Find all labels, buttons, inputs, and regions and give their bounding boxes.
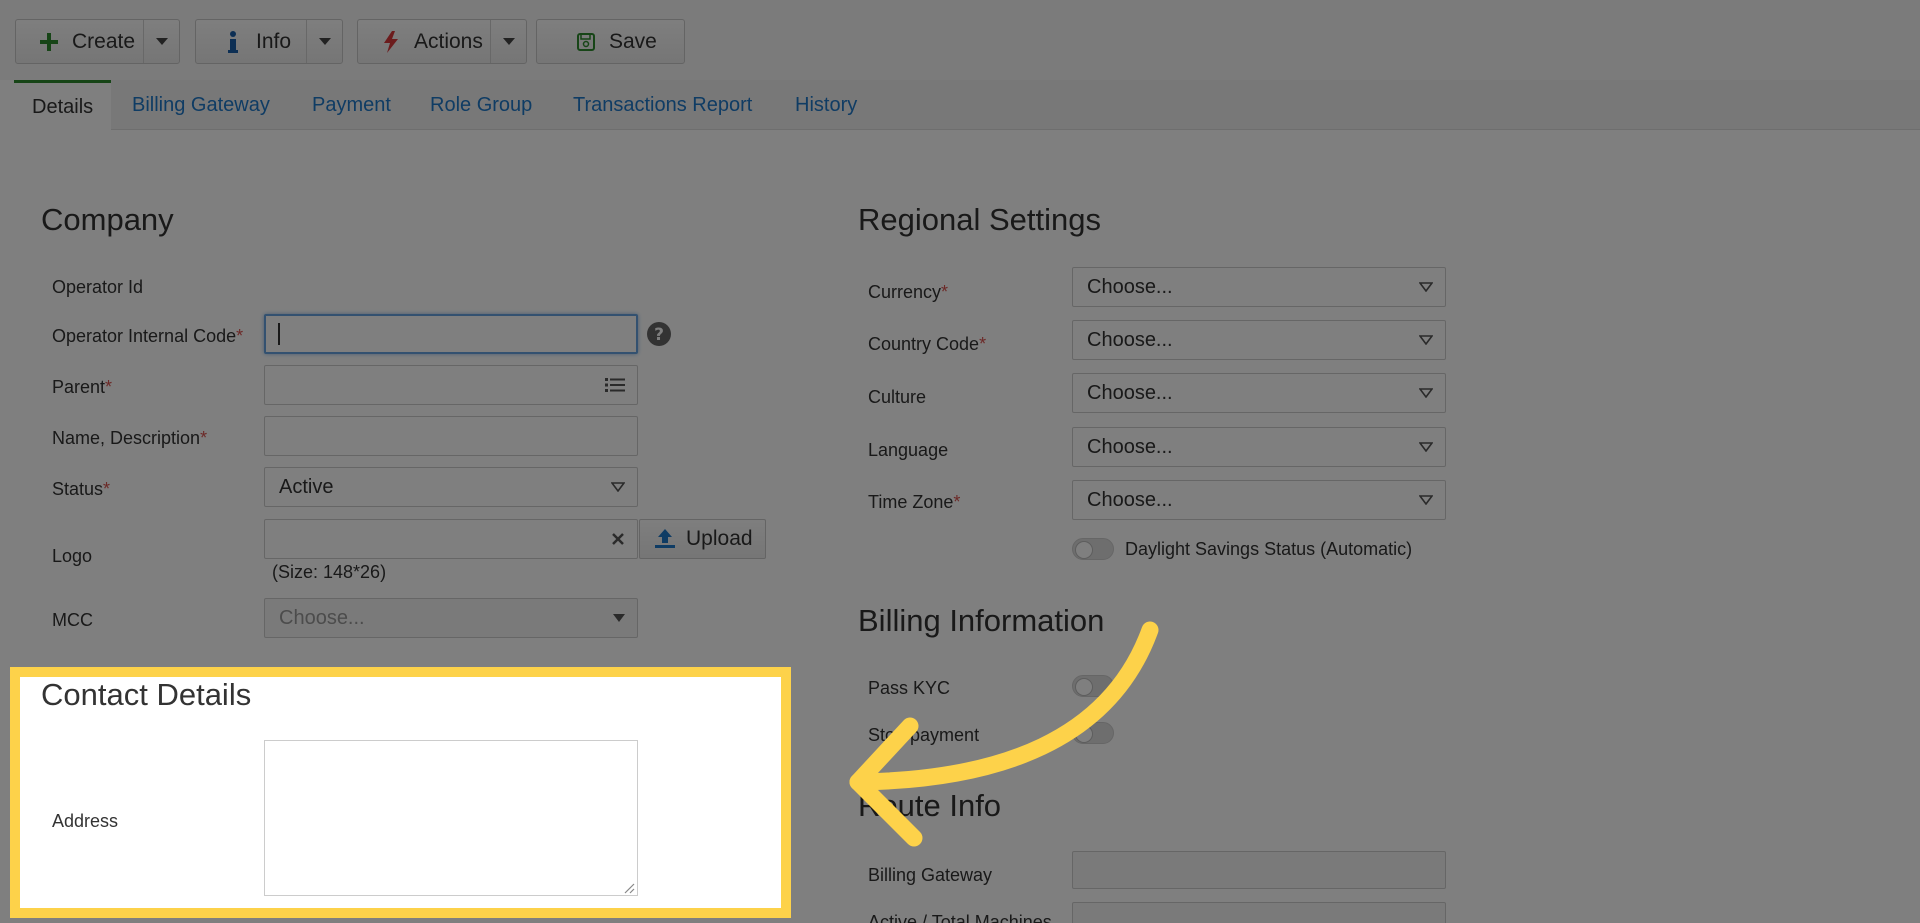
chevron-down-icon [1419, 282, 1433, 292]
route-info-title: Route Info [858, 788, 1002, 823]
tab-details[interactable]: Details [14, 80, 112, 131]
operator-internal-code-label: Operator Internal Code* [52, 326, 244, 346]
billing-gateway-label: Billing Gateway [868, 865, 993, 885]
operator-internal-code-input[interactable] [264, 314, 638, 354]
chevron-down-icon [1419, 388, 1433, 398]
stop-payment-label: Stop payment [868, 725, 980, 745]
chevron-down-icon [611, 482, 625, 492]
active-total-machines-label: Active / Total Machines [868, 912, 1052, 923]
operator-id-label: Operator Id [52, 277, 144, 297]
chevron-down-icon [1419, 335, 1433, 345]
upload-label: Upload [686, 527, 753, 550]
time-zone-label: Time Zone* [868, 492, 961, 512]
logo-input[interactable] [264, 519, 638, 559]
save-icon [573, 32, 599, 51]
plus-icon [36, 32, 62, 51]
company-title: Company [41, 202, 174, 237]
time-zone-select[interactable]: Choose... [1072, 480, 1446, 520]
tab-billing-gateway[interactable]: Billing Gateway [114, 80, 288, 130]
toolbar: Create Info Actions Save [0, 0, 1920, 80]
create-label: Create [72, 29, 136, 53]
pass-kyc-label: Pass KYC [868, 678, 951, 698]
list-icon[interactable] [605, 377, 625, 393]
actions-button[interactable]: Actions [357, 19, 527, 64]
chevron-down-icon[interactable] [306, 20, 342, 63]
chevron-down-icon[interactable] [143, 20, 179, 63]
tab-bar: Details Billing Gateway Payment Role Gro… [14, 80, 1920, 131]
tab-transactions-report[interactable]: Transactions Report [555, 80, 770, 130]
address-textarea[interactable] [264, 740, 638, 896]
active-total-machines-input[interactable] [1072, 902, 1446, 923]
mcc-select[interactable]: Choose... [264, 598, 638, 638]
create-button[interactable]: Create [15, 19, 180, 64]
pass-kyc-toggle[interactable] [1072, 675, 1114, 697]
name-description-label: Name, Description* [52, 428, 208, 448]
country-code-select[interactable]: Choose... [1072, 320, 1446, 360]
text-cursor [278, 323, 280, 345]
logo-size-hint: (Size: 148*26) [272, 562, 387, 582]
regional-settings-title: Regional Settings [858, 202, 1101, 237]
daylight-savings-toggle[interactable] [1072, 538, 1114, 560]
billing-information-title: Billing Information [858, 603, 1105, 638]
logo-label: Logo [52, 546, 93, 566]
name-description-input[interactable] [264, 416, 638, 456]
contact-details-title: Contact Details [41, 677, 252, 712]
chevron-down-icon [1419, 442, 1433, 452]
info-icon [220, 30, 246, 53]
address-label: Address [52, 811, 119, 831]
country-code-label: Country Code* [868, 334, 987, 354]
actions-label: Actions [414, 29, 483, 53]
culture-select[interactable]: Choose... [1072, 373, 1446, 413]
tab-role-group[interactable]: Role Group [412, 80, 550, 130]
close-icon[interactable] [611, 532, 625, 546]
save-label: Save [609, 29, 657, 53]
daylight-savings-label: Daylight Savings Status (Automatic) [1125, 539, 1413, 559]
resize-handle-icon[interactable] [623, 881, 635, 894]
language-label: Language [868, 440, 949, 460]
svg-text:?: ? [654, 325, 664, 345]
billing-gateway-input[interactable] [1072, 851, 1446, 889]
tab-payment[interactable]: Payment [294, 80, 409, 130]
currency-select[interactable]: Choose... [1072, 267, 1446, 307]
upload-icon [652, 529, 678, 549]
info-button[interactable]: Info [195, 19, 343, 64]
parent-label: Parent* [52, 377, 113, 397]
mcc-label: MCC [52, 610, 93, 630]
language-select[interactable]: Choose... [1072, 427, 1446, 467]
lightning-icon [378, 30, 404, 53]
culture-label: Culture [868, 387, 927, 407]
parent-input[interactable] [264, 365, 638, 405]
save-button[interactable]: Save [536, 19, 685, 64]
chevron-down-icon[interactable] [490, 20, 526, 63]
info-label: Info [256, 29, 292, 53]
chevron-down-icon [613, 614, 625, 622]
help-icon[interactable]: ? [646, 321, 672, 352]
status-label: Status* [52, 479, 111, 499]
stop-payment-toggle[interactable] [1072, 722, 1114, 744]
status-select[interactable]: Active [264, 467, 638, 507]
upload-button[interactable]: Upload [639, 519, 766, 559]
currency-label: Currency* [868, 282, 949, 302]
chevron-down-icon [1419, 495, 1433, 505]
tab-history[interactable]: History [777, 80, 875, 130]
